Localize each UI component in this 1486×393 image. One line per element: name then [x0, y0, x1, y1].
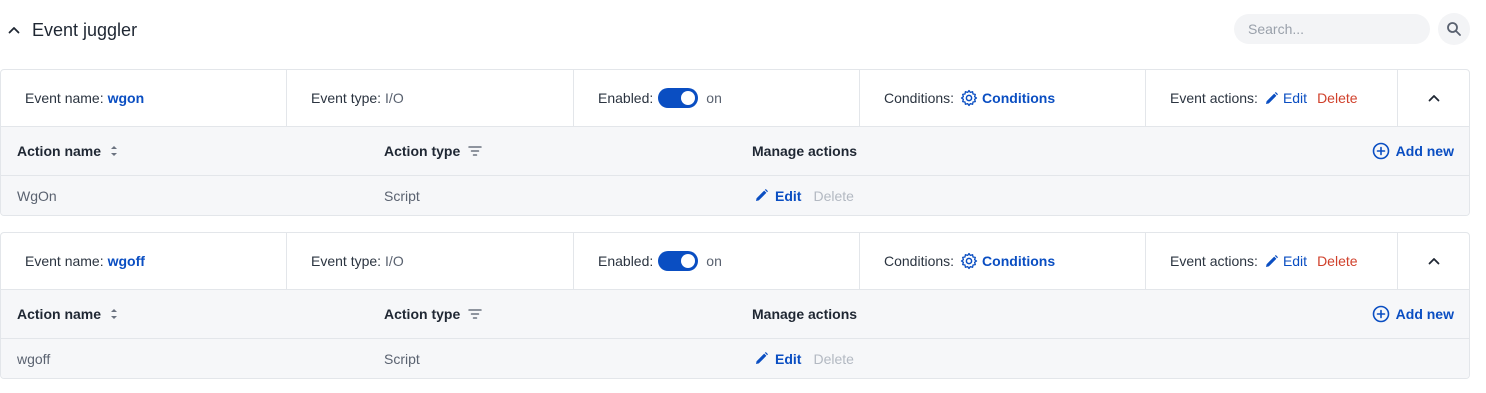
- actions-table-header: Action name Action type Manage actions A…: [1, 127, 1469, 176]
- filter-icon[interactable]: [468, 145, 482, 157]
- enabled-cell: Enabled: on: [574, 233, 860, 289]
- sort-icon[interactable]: [109, 307, 119, 321]
- plus-circle-icon: [1372, 305, 1389, 323]
- action-type-value: Script: [384, 350, 420, 367]
- conditions-link[interactable]: Conditions: [982, 90, 1055, 106]
- column-action-name-label: Action name: [17, 306, 102, 322]
- event-name-cell: Event name: wgon: [1, 70, 287, 126]
- row-actions: Edit Delete: [754, 339, 854, 378]
- column-action-type-label: Action type: [384, 306, 461, 322]
- action-name-value: WgOn: [17, 187, 57, 204]
- column-manage-actions: Manage actions: [752, 306, 858, 322]
- collapse-caret-icon[interactable]: [6, 22, 22, 38]
- row-delete-button[interactable]: Delete: [813, 188, 853, 204]
- event-actions-label: Event actions:: [1170, 90, 1258, 106]
- row-edit-button[interactable]: Edit: [754, 351, 801, 367]
- add-new-label: Add new: [1395, 306, 1454, 322]
- event-type-cell: Event type: I/O: [287, 233, 574, 289]
- event-actions-cell: Event actions: Edit Delete: [1146, 70, 1398, 126]
- gear-icon[interactable]: [960, 89, 978, 107]
- gear-icon[interactable]: [960, 252, 978, 270]
- toggle-knob: [681, 91, 696, 105]
- column-action-type-label: Action type: [384, 143, 461, 159]
- row-edit-button[interactable]: Edit: [754, 188, 801, 204]
- event-header: Event name: wgoff Event type: I/O Enable…: [1, 233, 1469, 290]
- action-type-value: Script: [384, 187, 420, 204]
- sort-icon[interactable]: [109, 144, 119, 158]
- event-name-link[interactable]: wgoff: [108, 253, 145, 269]
- add-new-action-button[interactable]: Add new: [1372, 290, 1454, 338]
- event-header: Event name: wgon Event type: I/O Enabled…: [1, 70, 1469, 127]
- page-header: Event juggler: [0, 0, 1486, 60]
- pencil-icon: [756, 189, 768, 201]
- search-icon: [1447, 22, 1461, 36]
- event-name-link[interactable]: wgon: [108, 90, 145, 106]
- table-row: wgoff Script Edit Delete: [1, 339, 1469, 378]
- actions-table-header: Action name Action type Manage actions A…: [1, 290, 1469, 339]
- search-button[interactable]: [1438, 13, 1470, 45]
- conditions-cell: Conditions: Conditions: [860, 233, 1146, 289]
- action-name-value: wgoff: [17, 350, 51, 367]
- event-type-label: Event type:: [311, 90, 382, 106]
- enabled-toggle[interactable]: [658, 251, 699, 271]
- column-action-name[interactable]: Action name: [17, 127, 119, 175]
- event-delete-link[interactable]: Delete: [1317, 90, 1357, 106]
- row-edit-label: Edit: [775, 350, 802, 367]
- event-type-label: Event type:: [311, 253, 382, 269]
- event-card: Event name: wgon Event type: I/O Enabled…: [0, 69, 1470, 216]
- event-actions-label: Event actions:: [1170, 253, 1258, 269]
- event-edit-link[interactable]: Edit: [1283, 253, 1307, 269]
- search-input[interactable]: [1234, 14, 1430, 44]
- pencil-icon[interactable]: [1264, 254, 1279, 269]
- row-delete-button[interactable]: Delete: [813, 351, 853, 367]
- event-name-cell: Event name: wgoff: [1, 233, 287, 289]
- event-name-label: Event name:: [25, 253, 104, 269]
- event-actions-cell: Event actions: Edit Delete: [1146, 233, 1398, 289]
- enabled-toggle[interactable]: [658, 88, 699, 108]
- pencil-icon[interactable]: [1264, 91, 1279, 106]
- event-card: Event name: wgoff Event type: I/O Enable…: [0, 232, 1470, 379]
- column-action-type[interactable]: Action type: [384, 290, 482, 338]
- collapse-event-button[interactable]: [1398, 233, 1469, 289]
- filter-icon[interactable]: [468, 308, 482, 320]
- collapse-event-button[interactable]: [1398, 70, 1469, 126]
- chevron-up-icon: [1428, 95, 1439, 102]
- column-action-name[interactable]: Action name: [17, 290, 119, 338]
- column-action-name-label: Action name: [17, 143, 102, 159]
- column-action-type[interactable]: Action type: [384, 127, 482, 175]
- event-type-cell: Event type: I/O: [287, 70, 574, 126]
- row-actions: Edit Delete: [754, 176, 854, 215]
- event-delete-link[interactable]: Delete: [1317, 253, 1357, 269]
- event-name-label: Event name:: [25, 90, 104, 106]
- plus-circle-icon: [1372, 142, 1389, 160]
- event-type-value: I/O: [385, 90, 404, 106]
- chevron-up-icon: [1428, 258, 1439, 265]
- conditions-label: Conditions:: [884, 90, 955, 106]
- pencil-icon: [756, 352, 768, 364]
- enabled-label: Enabled:: [598, 253, 654, 269]
- add-new-action-button[interactable]: Add new: [1372, 127, 1454, 175]
- event-edit-link[interactable]: Edit: [1283, 90, 1307, 106]
- add-new-label: Add new: [1395, 143, 1454, 159]
- page-title: Event juggler: [32, 20, 138, 40]
- event-type-value: I/O: [385, 253, 404, 269]
- enabled-state-text: on: [706, 90, 722, 106]
- row-edit-label: Edit: [775, 187, 802, 204]
- enabled-state-text: on: [706, 253, 722, 269]
- toggle-knob: [681, 254, 696, 268]
- conditions-label: Conditions:: [884, 253, 955, 269]
- conditions-cell: Conditions: Conditions: [860, 70, 1146, 126]
- table-row: WgOn Script Edit Delete: [1, 176, 1469, 215]
- conditions-link[interactable]: Conditions: [982, 253, 1055, 269]
- enabled-label: Enabled:: [598, 90, 654, 106]
- enabled-cell: Enabled: on: [574, 70, 860, 126]
- column-manage-actions: Manage actions: [752, 143, 858, 159]
